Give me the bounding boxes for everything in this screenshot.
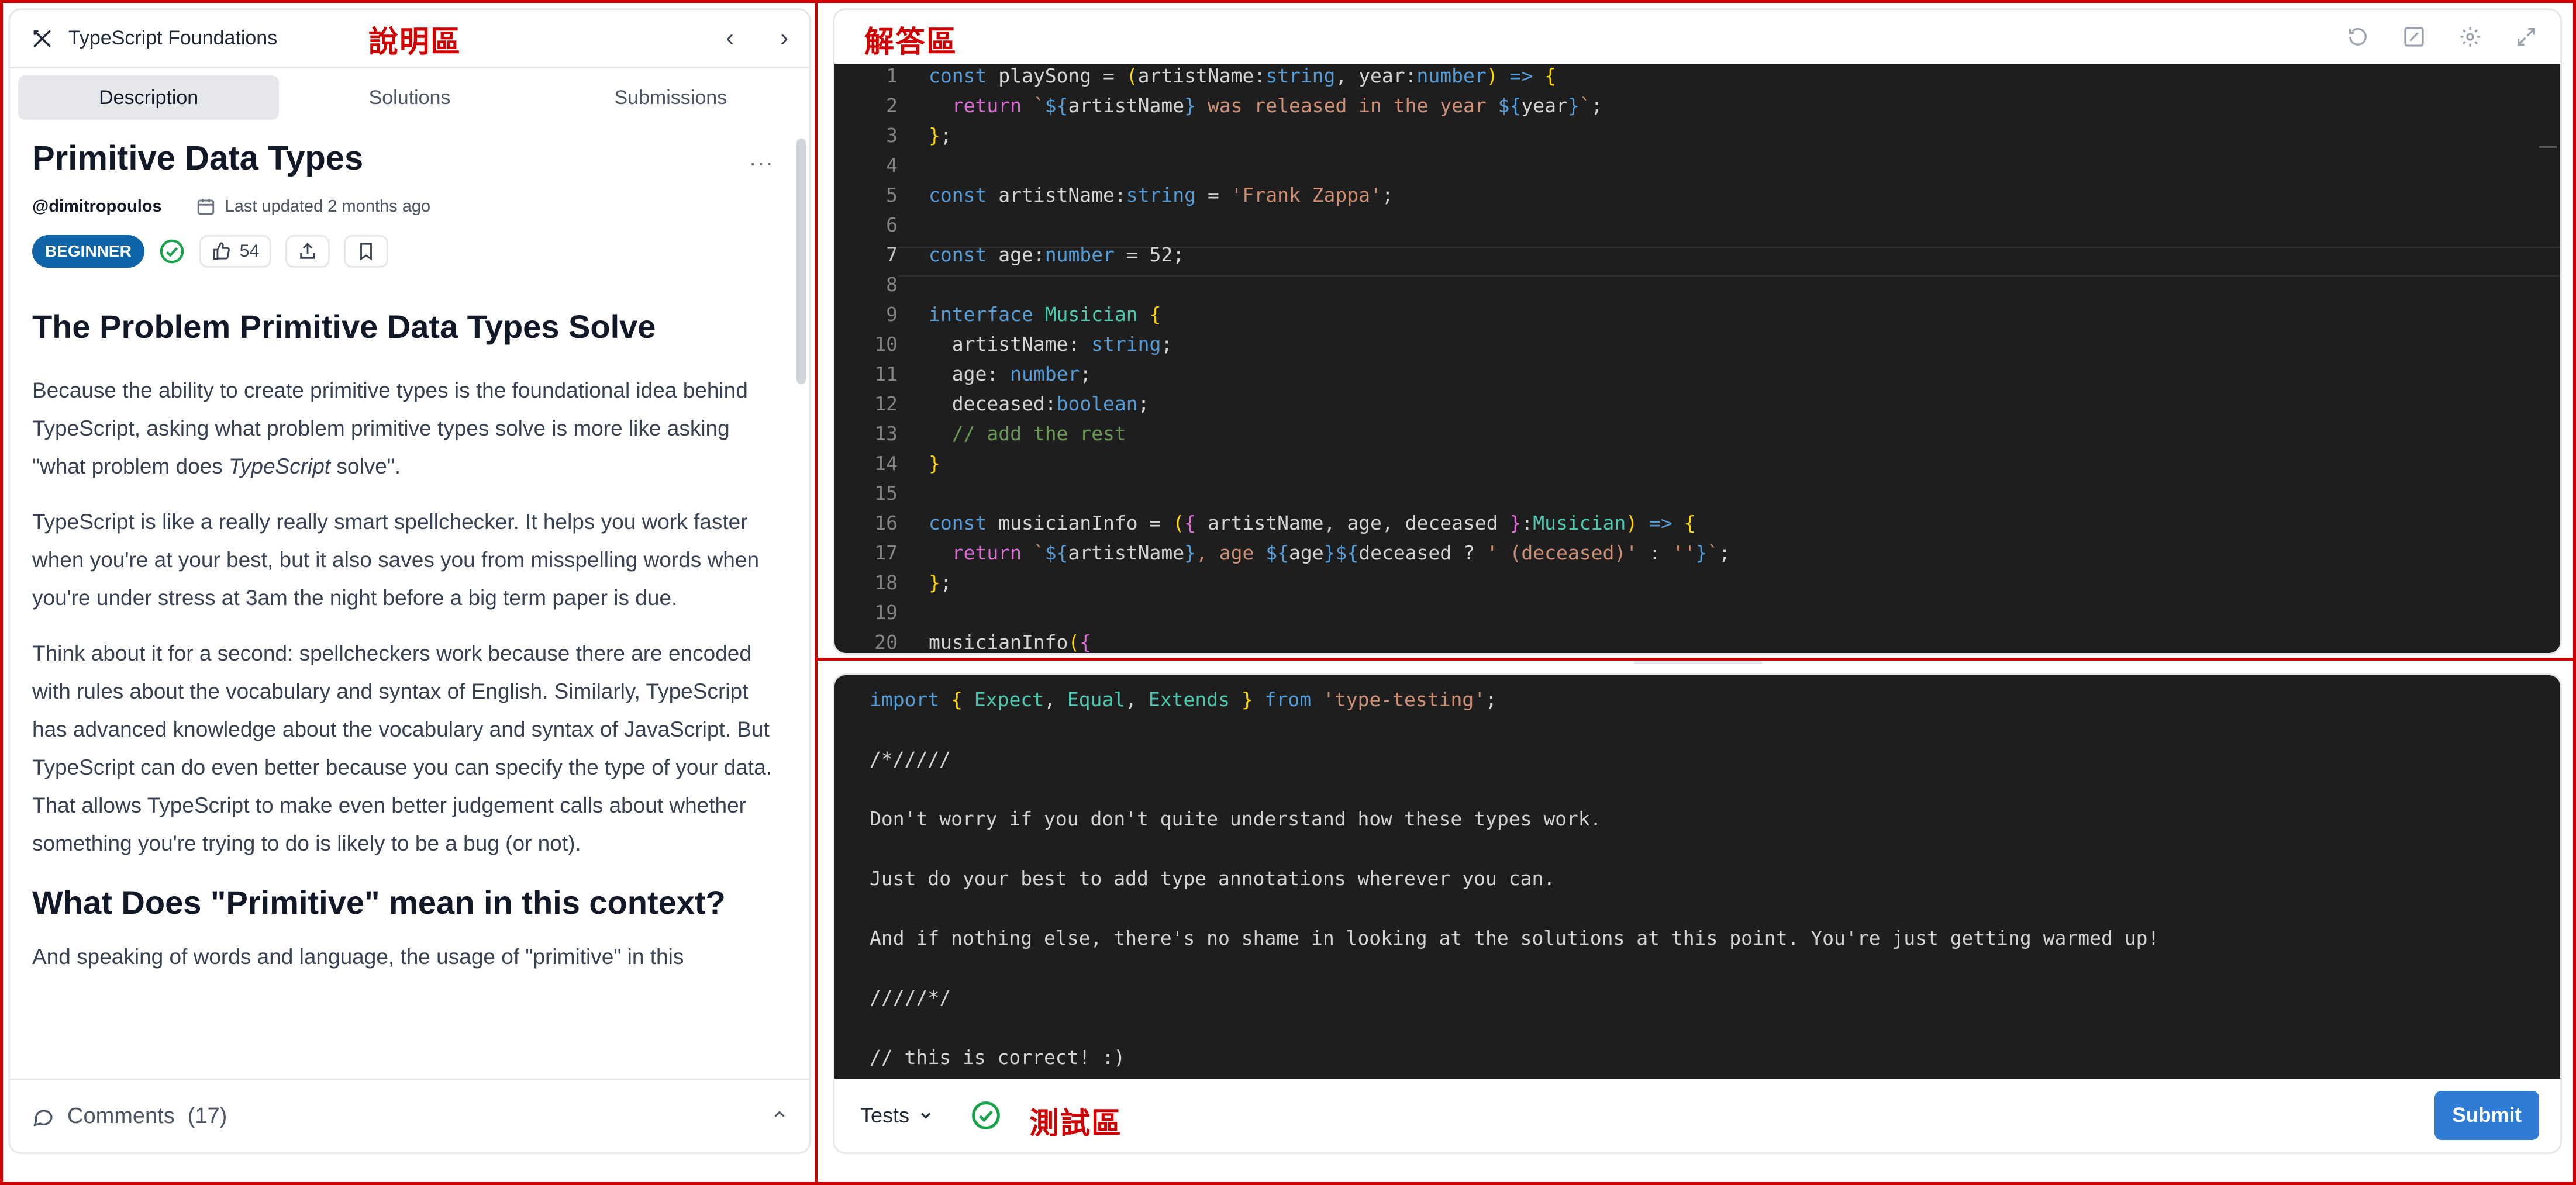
annotation-label-tests: 測試區 [1029,1107,1123,1141]
annotation-frame-description [0,0,818,1185]
annotation-label-description: 說明區 [368,25,462,60]
annotation-label-answer: 解答區 [864,25,958,60]
annotation-frame-answer [815,0,2576,661]
